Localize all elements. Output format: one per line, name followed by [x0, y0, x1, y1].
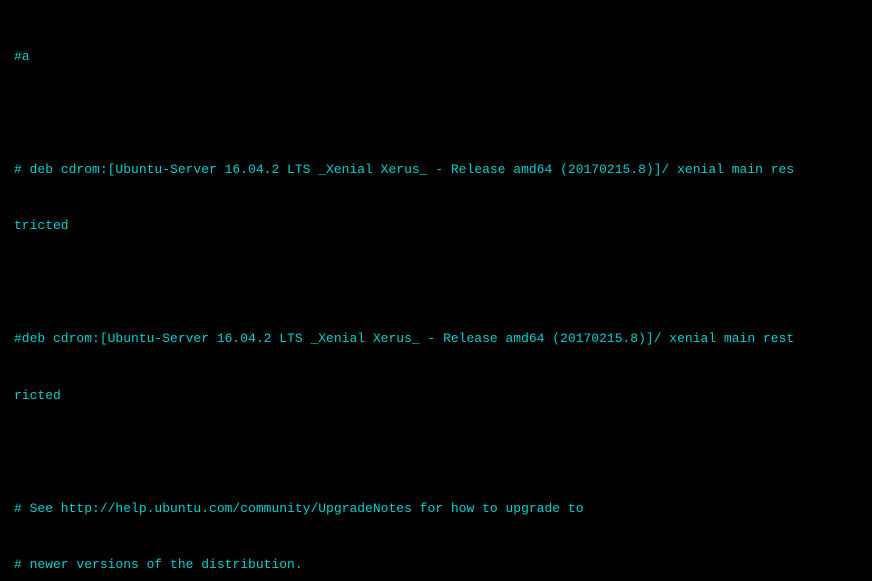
line-3: # deb cdrom:[Ubuntu-Server 16.04.2 LTS _… [14, 161, 858, 180]
line-1: #a [14, 48, 858, 67]
line-7: ricted [14, 387, 858, 406]
line-9: # See http://help.ubuntu.com/community/U… [14, 500, 858, 519]
terminal-window: #a # deb cdrom:[Ubuntu-Server 16.04.2 LT… [0, 0, 872, 581]
line-empty-2 [14, 274, 858, 293]
line-empty-1 [14, 104, 858, 123]
line-6: #deb cdrom:[Ubuntu-Server 16.04.2 LTS _X… [14, 330, 858, 349]
line-empty-3 [14, 443, 858, 462]
line-4: tricted [14, 217, 858, 236]
line-10: # newer versions of the distribution. [14, 556, 858, 575]
